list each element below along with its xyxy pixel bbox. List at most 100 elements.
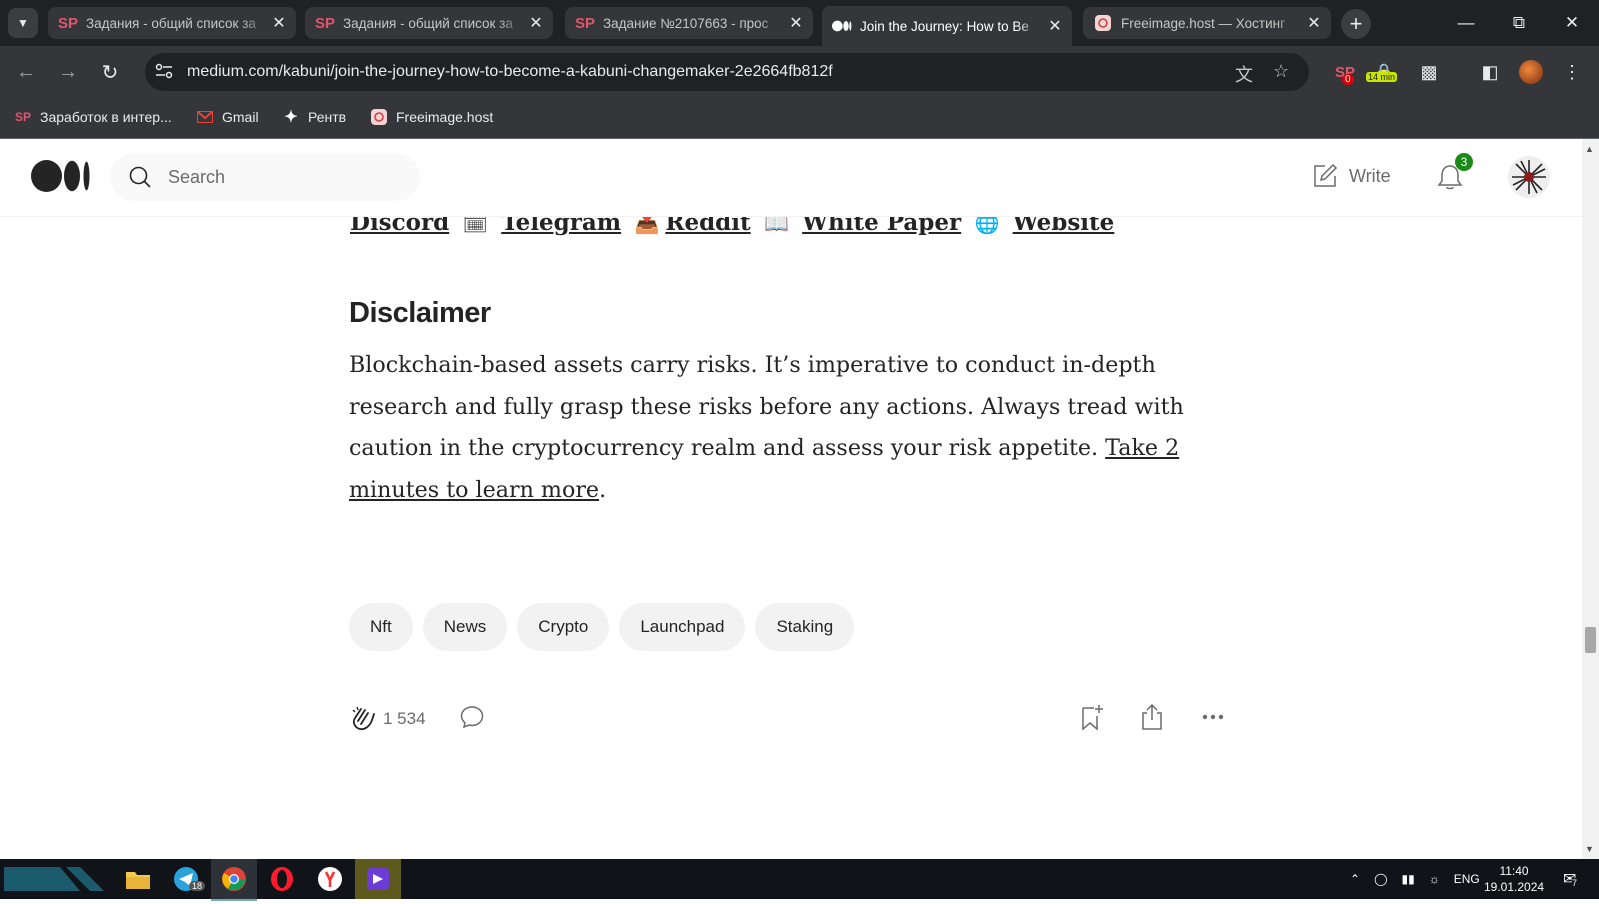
opera-app-icon[interactable] xyxy=(259,859,305,899)
tab-5[interactable]: Freeimage.host — Хостинг ✕ xyxy=(1083,7,1331,39)
scroll-up-arrow-icon[interactable]: ▲ xyxy=(1585,144,1594,154)
tab-4-active[interactable]: Join the Journey: How to Be ✕ xyxy=(822,6,1072,46)
scrollbar-thumb[interactable] xyxy=(1585,627,1596,653)
bookmark-label: Заработок в интер... xyxy=(40,109,172,125)
language-indicator[interactable]: ENG xyxy=(1454,872,1480,886)
battery-icon[interactable]: ▮▮ xyxy=(1402,872,1415,886)
bookmark-star-icon[interactable]: ☆ xyxy=(1273,61,1289,82)
tray-app-icon[interactable]: ◯ xyxy=(1374,872,1387,886)
file-explorer-icon[interactable] xyxy=(115,859,161,899)
comment-icon[interactable] xyxy=(459,704,485,735)
system-clock[interactable]: 11:40 19.01.2024 xyxy=(1484,863,1544,895)
disclaimer-paragraph: Blockchain-based assets carry risks. It’… xyxy=(349,345,1189,511)
tab-title: Join the Journey: How to Be xyxy=(860,18,1029,34)
write-pencil-icon xyxy=(1314,163,1338,187)
freeimage-icon xyxy=(370,108,388,126)
tab-strip: ▼ SP Задания - общий список за ✕ SP Зада… xyxy=(0,0,1599,46)
medium-header: Search Write 3 xyxy=(0,139,1582,217)
minimize-icon[interactable]: — xyxy=(1440,0,1492,46)
new-tab-button[interactable]: + xyxy=(1341,9,1371,39)
tab-2[interactable]: SP Задания - общий список за ✕ xyxy=(305,7,553,39)
close-tab-icon[interactable]: ✕ xyxy=(785,13,807,33)
medium-logo[interactable] xyxy=(31,160,91,192)
bookmark-label: Freeimage.host xyxy=(396,109,494,125)
close-tab-icon[interactable]: ✕ xyxy=(1044,16,1066,36)
wifi-icon[interactable]: ☼ xyxy=(1429,872,1440,886)
reload-icon[interactable]: ↻ xyxy=(94,56,126,88)
address-bar[interactable]: medium.com/kabuni/join-the-journey-how-t… xyxy=(145,53,1309,91)
page-scrollbar[interactable]: ▲ ▼ xyxy=(1582,139,1599,859)
tab-title: Freeimage.host — Хостинг xyxy=(1121,15,1286,31)
start-area[interactable] xyxy=(0,859,110,899)
search-input[interactable]: Search xyxy=(168,167,225,188)
yandex-browser-icon[interactable] xyxy=(307,859,353,899)
close-tab-icon[interactable]: ✕ xyxy=(525,13,547,33)
timer-extension-icon[interactable]: 🔒 14 min xyxy=(1366,58,1402,86)
side-panel-icon[interactable]: ◧ xyxy=(1475,58,1505,86)
bookmark-label: Рентв xyxy=(308,109,347,125)
tag-nft[interactable]: Nft xyxy=(349,603,413,651)
disclaimer-heading: Disclaimer xyxy=(349,297,491,329)
chrome-app-icon[interactable] xyxy=(211,859,257,901)
tray-overflow-chevron-icon[interactable]: ⌃ xyxy=(1350,872,1360,886)
rentv-icon: ✦ xyxy=(284,109,298,126)
chrome-menu-icon[interactable]: ⋮ xyxy=(1562,58,1582,86)
tag-launchpad[interactable]: Launchpad xyxy=(619,603,746,651)
telegram-badge: 18 xyxy=(189,881,206,891)
search-bar[interactable]: Search xyxy=(110,153,420,201)
tag-staking[interactable]: Staking xyxy=(755,603,855,651)
action-center-icon[interactable]: ✉ 7 xyxy=(1563,869,1578,889)
tag-list: Nft News Crypto Launchpad Staking xyxy=(349,603,855,651)
clap-icon[interactable] xyxy=(349,704,377,737)
url-text: medium.com/kabuni/join-the-journey-how-t… xyxy=(187,63,833,80)
share-icon[interactable] xyxy=(1139,703,1165,736)
clap-count: 1 534 xyxy=(383,709,426,728)
sp-extension-badge: 0 xyxy=(1342,74,1354,85)
clock-date: 19.01.2024 xyxy=(1484,880,1545,894)
write-button[interactable]: Write xyxy=(1311,162,1391,190)
restore-icon[interactable]: ⧉ xyxy=(1493,0,1545,46)
close-window-icon[interactable]: ✕ xyxy=(1546,0,1598,46)
bookmark-gmail[interactable]: Gmail xyxy=(196,108,259,126)
sp-favicon-icon: SP xyxy=(58,14,79,32)
save-bookmark-icon[interactable] xyxy=(1078,703,1104,736)
translate-icon[interactable]: 文 xyxy=(1235,61,1253,87)
profile-avatar[interactable] xyxy=(1517,58,1545,86)
forward-icon[interactable]: → xyxy=(52,56,84,88)
search-icon xyxy=(129,166,151,188)
clock-time: 11:40 xyxy=(1499,864,1529,878)
bookmarks-bar: SP Заработок в интер... Gmail ✦ Рентв Fr… xyxy=(0,98,1599,139)
bookmark-zarabotok[interactable]: SP Заработок в интер... xyxy=(14,108,172,126)
bookmark-rentv[interactable]: ✦ Рентв xyxy=(282,108,346,126)
article-actions-bar: 1 534 xyxy=(349,699,1229,739)
telegram-app-icon[interactable]: 18 xyxy=(163,859,209,899)
user-avatar[interactable] xyxy=(1508,156,1550,198)
browser-toolbar: ← → ↻ medium.com/kabuni/join-the-journey… xyxy=(0,46,1599,98)
windows-taskbar: 18 ⌃ ◯ ▮▮ ☼ ENG 11:40 19.01.2024 ✉ 7 xyxy=(0,859,1599,901)
disclaimer-text: Blockchain-based assets carry risks. It’… xyxy=(349,352,1184,461)
back-icon[interactable]: ← xyxy=(10,56,42,88)
tab-3[interactable]: SP Задание №2107663 - прос ✕ xyxy=(565,7,813,39)
close-tab-icon[interactable]: ✕ xyxy=(1303,13,1325,33)
sp-bookmark-icon: SP xyxy=(14,110,31,124)
bookmark-freeimage[interactable]: Freeimage.host xyxy=(370,108,493,126)
tab-1[interactable]: SP Задания - общий список за ✕ xyxy=(48,7,296,39)
sp-extension-icon[interactable]: SP 0 xyxy=(1330,58,1360,86)
extensions-puzzle-icon[interactable]: ▩ xyxy=(1414,58,1444,86)
tab-title: Задание №2107663 - прос xyxy=(603,15,769,31)
tab-search-button[interactable]: ▼ xyxy=(8,8,38,38)
more-options-icon[interactable] xyxy=(1201,705,1225,734)
close-tab-icon[interactable]: ✕ xyxy=(268,13,290,33)
tab-title: Задания - общий список за xyxy=(86,15,256,31)
notification-badge: 7 xyxy=(1572,878,1578,888)
scroll-down-arrow-icon[interactable]: ▼ xyxy=(1585,844,1594,854)
gmail-icon xyxy=(196,108,214,126)
notification-count-badge: 3 xyxy=(1455,153,1473,171)
tag-crypto[interactable]: Crypto xyxy=(517,603,610,651)
freeimage-favicon-icon xyxy=(1093,13,1113,33)
video-app-icon[interactable] xyxy=(355,859,401,899)
timer-extension-badge: 14 min xyxy=(1366,72,1398,82)
tag-news[interactable]: News xyxy=(422,603,508,651)
medium-favicon-icon xyxy=(832,16,852,36)
site-info-icon[interactable] xyxy=(155,63,175,82)
